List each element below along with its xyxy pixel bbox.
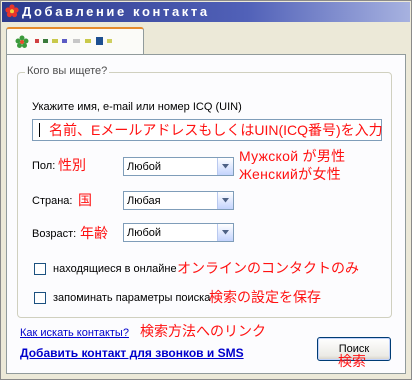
group-legend: Кого вы ищете?	[25, 65, 110, 78]
remember-params-label: запоминать параметры поиска	[53, 292, 211, 304]
add-contact-window: Добавление контакта Кого вы ищете? Укажи…	[0, 0, 412, 380]
title-bar[interactable]: Добавление контакта	[2, 2, 410, 22]
gender-annotation: 性別	[58, 157, 86, 173]
age-label: Возраст:	[32, 228, 77, 240]
online-only-annotation: オンラインのコンタクトのみ	[177, 260, 359, 276]
age-select[interactable]: Любой	[123, 223, 234, 242]
remember-params-annotation: 検索の設定を保存	[209, 289, 321, 305]
tab-label-pixelated	[35, 37, 135, 47]
search-input[interactable]: 名前、Eメールアドレスもしくは​UIN(ICQ番号)を入力	[32, 119, 383, 141]
country-select-value: Любая	[127, 195, 161, 207]
tab-search[interactable]	[6, 27, 144, 54]
age-annotation: 年齢	[80, 225, 108, 241]
icq-flower-icon	[5, 4, 19, 18]
window-title: Добавление контакта	[22, 4, 210, 19]
gender-dropdown-button[interactable]	[217, 158, 233, 175]
country-annotation: 国	[78, 192, 92, 208]
gender-label: Пол:	[32, 160, 56, 172]
flower-icon	[15, 35, 29, 48]
country-label: Страна:	[32, 195, 73, 207]
age-select-value: Любой	[127, 227, 162, 239]
text-caret	[39, 123, 40, 137]
country-select[interactable]: Любая	[123, 191, 234, 210]
country-dropdown-button[interactable]	[217, 192, 233, 209]
chevron-down-icon	[222, 198, 229, 203]
help-link-annotation: 検索方法へのリンク	[140, 323, 266, 339]
online-only-label: находящиеся в онлайне	[53, 263, 177, 275]
age-dropdown-button[interactable]	[217, 224, 233, 241]
online-only-checkbox[interactable]	[34, 263, 46, 275]
search-button-annotation: 検索	[338, 353, 366, 369]
gender-options-annotation-male: Мужской が男性	[239, 148, 346, 164]
search-annotation: 名前、Eメールアドレスもしくは​UIN(ICQ番号)を入力	[49, 122, 383, 138]
add-phone-contact-link[interactable]: Добавить контакт для звонков и SMS	[20, 347, 244, 360]
gender-select-value: Любой	[127, 161, 162, 173]
help-link[interactable]: Как искать контакты?	[20, 327, 129, 340]
gender-select[interactable]: Любой	[123, 157, 234, 176]
gender-options-annotation-female: Женскийが女性	[239, 166, 342, 182]
remember-params-checkbox[interactable]	[34, 292, 46, 304]
chevron-down-icon	[222, 230, 229, 235]
chevron-down-icon	[222, 164, 229, 169]
search-prompt-label: Укажите имя, e-mail или номер ICQ (UIN)	[32, 101, 242, 113]
